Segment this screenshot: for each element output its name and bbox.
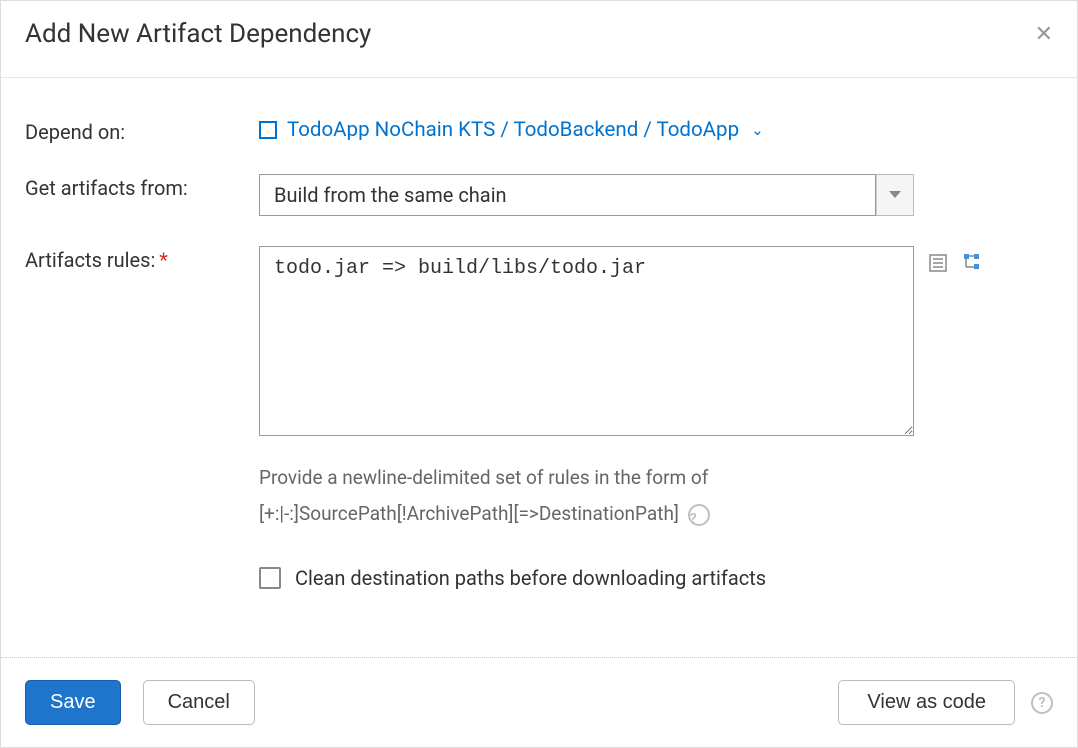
textarea-side-icons xyxy=(928,246,984,274)
list-icon[interactable] xyxy=(928,252,948,274)
get-artifacts-select[interactable]: Build from the same chain xyxy=(259,174,914,216)
required-asterisk: * xyxy=(159,248,168,272)
get-artifacts-row: Get artifacts from: Build from the same … xyxy=(25,174,1053,216)
artifacts-rules-row: Artifacts rules:* xyxy=(25,246,1053,590)
depend-on-link[interactable]: TodoApp NoChain KTS / TodoBackend / Todo… xyxy=(259,118,764,142)
artifact-dependency-dialog: Add New Artifact Dependency ✕ Depend on:… xyxy=(0,0,1078,748)
footer-left: Save Cancel xyxy=(25,680,255,725)
depend-on-value: TodoApp NoChain KTS / TodoBackend / Todo… xyxy=(259,118,1053,143)
view-as-code-button[interactable]: View as code xyxy=(838,680,1015,725)
get-artifacts-value: Build from the same chain xyxy=(259,174,1053,216)
dialog-footer: Save Cancel View as code ? xyxy=(1,657,1077,747)
cancel-button[interactable]: Cancel xyxy=(143,680,255,725)
depend-on-link-text: TodoApp NoChain KTS / TodoBackend / Todo… xyxy=(287,118,739,142)
help-icon[interactable]: ? xyxy=(688,504,710,526)
tree-icon[interactable] xyxy=(962,252,984,274)
footer-right: View as code ? xyxy=(838,680,1053,725)
list-icon-svg xyxy=(928,253,948,273)
tree-icon-svg xyxy=(962,252,984,274)
footer-help-icon[interactable]: ? xyxy=(1031,692,1053,714)
depend-on-label: Depend on: xyxy=(25,118,259,144)
close-icon[interactable]: ✕ xyxy=(1035,22,1053,47)
get-artifacts-label: Get artifacts from: xyxy=(25,174,259,200)
artifacts-rules-label: Artifacts rules:* xyxy=(25,246,259,272)
get-artifacts-select-text: Build from the same chain xyxy=(259,174,876,216)
save-button[interactable]: Save xyxy=(25,680,121,725)
artifacts-rules-textarea[interactable] xyxy=(259,246,914,436)
triangle-down-icon xyxy=(888,190,902,200)
clean-paths-label[interactable]: Clean destination paths before downloadi… xyxy=(295,566,766,590)
clean-paths-checkbox[interactable] xyxy=(259,567,281,589)
artifacts-rules-label-text: Artifacts rules: xyxy=(25,248,155,272)
dialog-header: Add New Artifact Dependency ✕ xyxy=(1,1,1077,78)
rules-hint-line2-wrap: [+:|-:]SourcePath[!ArchivePath][=>Destin… xyxy=(259,496,1053,532)
build-config-icon xyxy=(259,121,277,139)
rules-hint-line2: [+:|-:]SourcePath[!ArchivePath][=>Destin… xyxy=(259,502,679,525)
rules-hint-line1: Provide a newline-delimited set of rules… xyxy=(259,460,1053,496)
dialog-body: Depend on: TodoApp NoChain KTS / TodoBac… xyxy=(1,78,1077,657)
chevron-down-icon: ⌄ xyxy=(751,121,764,139)
depend-on-row: Depend on: TodoApp NoChain KTS / TodoBac… xyxy=(25,118,1053,144)
rules-hint: Provide a newline-delimited set of rules… xyxy=(259,460,1053,532)
textarea-container xyxy=(259,246,1053,436)
dialog-title: Add New Artifact Dependency xyxy=(25,19,371,49)
select-dropdown-arrow[interactable] xyxy=(876,174,914,216)
artifacts-rules-value: Provide a newline-delimited set of rules… xyxy=(259,246,1053,590)
clean-paths-row: Clean destination paths before downloadi… xyxy=(259,566,1053,590)
